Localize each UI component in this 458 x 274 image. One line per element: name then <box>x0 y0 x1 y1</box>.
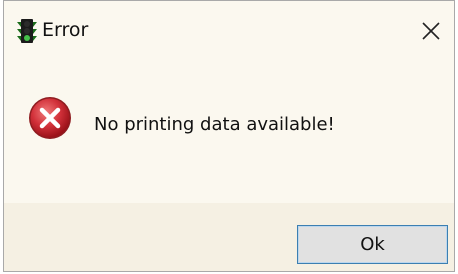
error-message: No printing data available! <box>94 114 335 135</box>
window-title: Error <box>42 19 89 41</box>
message-area: No printing data available! <box>4 56 454 203</box>
close-icon <box>422 22 440 40</box>
error-icon <box>28 96 72 140</box>
title-bar[interactable]: Error <box>4 1 454 56</box>
close-button[interactable] <box>414 15 448 47</box>
ok-button[interactable]: Ok <box>297 225 448 264</box>
traffic-light-icon <box>17 19 37 43</box>
error-dialog: Error No printing data available! Ok <box>3 0 455 272</box>
button-bar: Ok <box>4 203 454 271</box>
